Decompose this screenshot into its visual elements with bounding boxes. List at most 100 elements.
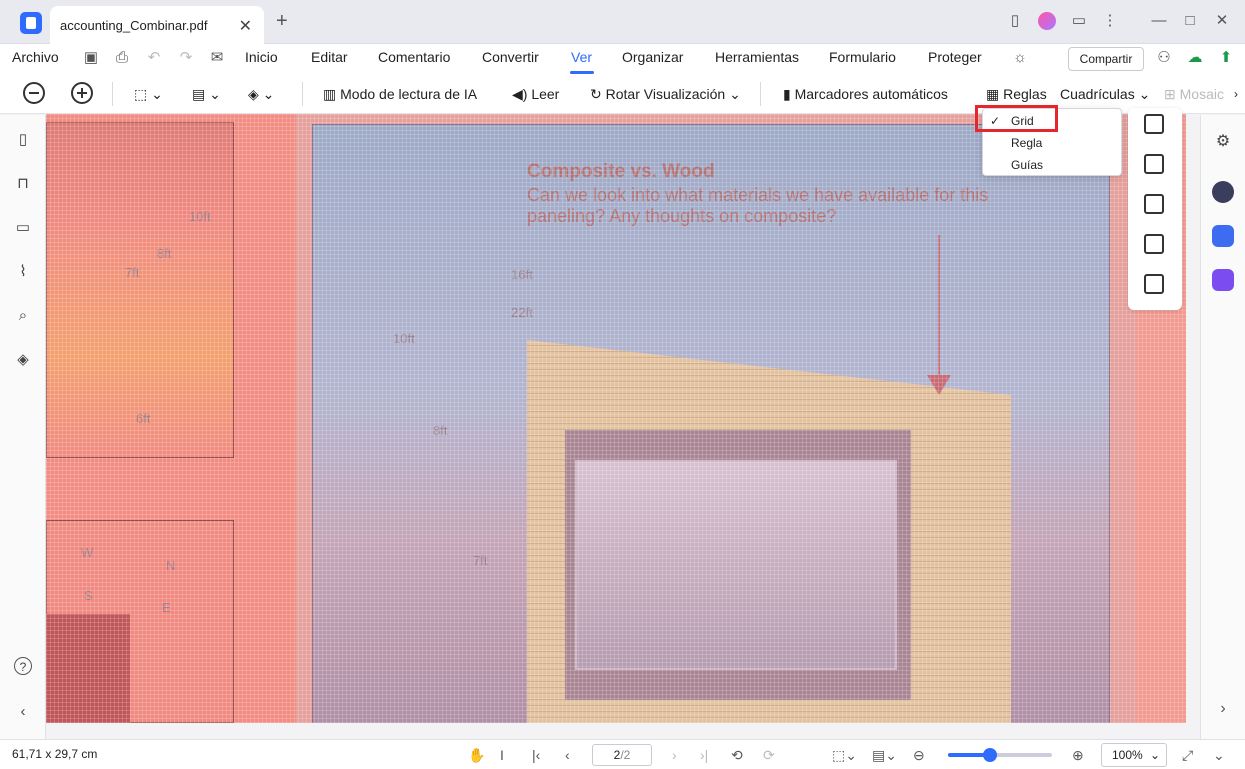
insert-page-icon[interactable] [1144, 114, 1164, 134]
comment-panel-icon[interactable]: ▭ [14, 219, 32, 237]
document-tab[interactable]: accounting_Combinar.pdf ✕ [50, 6, 264, 44]
save-icon[interactable]: ▣ [82, 49, 100, 67]
menu-convertir[interactable]: Convertir [482, 49, 539, 65]
prev-page-icon[interactable]: ‹ [565, 747, 570, 763]
select-tool-icon[interactable]: ⬚ ⌄ [134, 81, 163, 107]
settings-sliders-icon[interactable]: ⚙ [1212, 131, 1234, 153]
read-button[interactable]: ◀) Leer [512, 81, 559, 107]
print-icon[interactable]: ⎙ [113, 49, 131, 67]
upload-icon[interactable]: ⬆ [1217, 49, 1235, 67]
minimize-icon[interactable]: — [1150, 12, 1168, 30]
status-bar: 61,71 x 29,7 cm ✋ I |‹ ‹ 2/2 › ›| ⟲ ⟳ ⬚⌄… [0, 739, 1245, 769]
fill-color-icon[interactable]: ◈ ⌄ [248, 81, 274, 107]
convert-word-icon[interactable] [1144, 154, 1164, 174]
undo-icon[interactable]: ↶ [145, 49, 163, 67]
close-window-icon[interactable]: ✕ [1213, 12, 1231, 30]
compass-label: S [84, 588, 93, 603]
page-left-drawings: 10ft 8ft 7ft 6ft W N S E [46, 114, 296, 723]
connect-icon[interactable]: ⚇ [1155, 49, 1173, 67]
divider [112, 82, 113, 106]
arrow-head-icon [927, 375, 951, 395]
ai-assistant-icon[interactable] [1212, 181, 1234, 203]
feedback-icon[interactable]: ▭ [1070, 12, 1088, 30]
fullscreen-icon[interactable]: ⤢ [1182, 747, 1193, 764]
rulers-button[interactable]: ▦ Reglas [986, 81, 1047, 107]
dropdown-item-guias[interactable]: Guías [1011, 158, 1043, 172]
page-layout-icon[interactable]: ▤⌄ [872, 747, 897, 764]
expand-status-icon[interactable]: ⌄ [1213, 747, 1225, 764]
menu-editar[interactable]: Editar [311, 49, 348, 65]
rotate-page-icon[interactable]: ⟲ [731, 747, 743, 764]
translate-icon[interactable] [1212, 225, 1234, 247]
text-box-icon[interactable] [1144, 234, 1164, 254]
rotate-label: Rotar Visualización [605, 86, 726, 102]
share-button[interactable]: Compartir [1068, 47, 1144, 71]
dimension-label: 7ft [473, 553, 488, 568]
fit-icon[interactable]: ⬚⌄ [832, 747, 857, 764]
help-icon[interactable]: ? [14, 657, 32, 675]
page-display-icon[interactable]: ▤ ⌄ [192, 81, 221, 107]
menu-inicio[interactable]: Inicio [245, 49, 278, 65]
mosaic-button[interactable]: ⊞ Mosaic [1164, 81, 1234, 107]
auto-bookmarks-button[interactable]: ▮ Marcadores automáticos [783, 81, 948, 107]
maximize-icon[interactable]: □ [1181, 12, 1199, 30]
bookmark-panel-icon[interactable]: ⊓ [14, 175, 32, 193]
more-menu-icon[interactable]: ⋮ [1101, 12, 1119, 30]
tasks-icon[interactable] [1212, 269, 1234, 291]
annotation-text: Can we look into what materials we have … [527, 185, 989, 226]
search-icon[interactable]: ⌕ [14, 307, 32, 325]
tab-title: accounting_Combinar.pdf [60, 18, 208, 33]
layers-icon[interactable]: ◈ [14, 351, 32, 369]
floorplan-sketch [46, 122, 234, 458]
select-text-icon[interactable]: I [500, 747, 504, 763]
chevron-down-icon: ⌄ [1134, 86, 1151, 102]
cloud-sync-icon[interactable]: ☁ [1186, 49, 1204, 67]
collapse-right-icon[interactable]: › [1212, 700, 1234, 722]
menu-herramientas[interactable]: Herramientas [715, 49, 799, 65]
rotate-view-button[interactable]: ↻ Rotar Visualización ⌄ [590, 81, 741, 107]
mail-icon[interactable]: ✉ [208, 49, 226, 67]
chevron-right-icon[interactable]: › [1234, 81, 1238, 107]
ai-reading-mode-button[interactable]: ▥ Modo de lectura de IA [323, 81, 477, 107]
avatar[interactable] [1038, 12, 1056, 30]
menu-organizar[interactable]: Organizar [622, 49, 683, 65]
dimension-label: 8ft [433, 423, 448, 438]
divider [302, 82, 303, 106]
hand-tool-icon[interactable]: ✋ [468, 747, 485, 764]
chevron-down-icon: ⌄ [1149, 748, 1160, 762]
document-canvas[interactable]: 10ft 8ft 7ft 6ft W N S E Composite vs. W… [46, 114, 1186, 723]
dimension-label: 10ft [189, 209, 211, 224]
menu-comentario[interactable]: Comentario [378, 49, 450, 65]
mobile-icon[interactable]: ▯ [1006, 12, 1024, 30]
redo-icon[interactable]: ↷ [177, 49, 195, 67]
next-page-icon[interactable]: › [672, 747, 677, 763]
zoom-in-icon[interactable] [71, 82, 93, 104]
zoom-out-icon[interactable] [23, 82, 45, 104]
zoom-level-select[interactable]: 100% ⌄ [1101, 743, 1167, 767]
attachment-icon[interactable]: ⌇ [14, 263, 32, 281]
grids-dropdown-button[interactable]: Cuadrículas ⌄ [1060, 81, 1150, 107]
page-number-input[interactable]: 2/2 [592, 744, 652, 766]
zoom-slider[interactable] [948, 748, 1052, 762]
new-tab-icon[interactable]: + [276, 10, 288, 33]
zoom-out-icon[interactable]: ⊖ [913, 747, 925, 764]
zoom-in-icon[interactable]: ⊕ [1072, 747, 1084, 764]
close-tab-icon[interactable]: ✕ [239, 16, 252, 36]
edit-icon[interactable] [1144, 194, 1164, 214]
collapse-left-icon[interactable]: ‹ [14, 703, 32, 721]
last-page-icon[interactable]: ›| [700, 747, 708, 763]
zoom-slider-handle[interactable] [982, 748, 997, 762]
lightbulb-icon[interactable]: ☼ [1011, 49, 1029, 67]
dropdown-item-regla[interactable]: Regla [1011, 136, 1042, 150]
building-sketch [46, 614, 130, 723]
page-thumbnail-icon[interactable]: ▯ [14, 131, 32, 149]
arrow-annotation [938, 235, 940, 380]
menu-formulario[interactable]: Formulario [829, 49, 896, 65]
menu-archivo[interactable]: Archivo [12, 49, 59, 65]
menu-proteger[interactable]: Proteger [928, 49, 982, 65]
menu-ver[interactable]: Ver [571, 49, 592, 65]
first-page-icon[interactable]: |‹ [532, 747, 540, 763]
ocr-icon[interactable] [1144, 274, 1164, 294]
auto-bookmarks-label: Marcadores automáticos [794, 86, 948, 102]
rotate-page-right-icon[interactable]: ⟳ [763, 747, 775, 764]
